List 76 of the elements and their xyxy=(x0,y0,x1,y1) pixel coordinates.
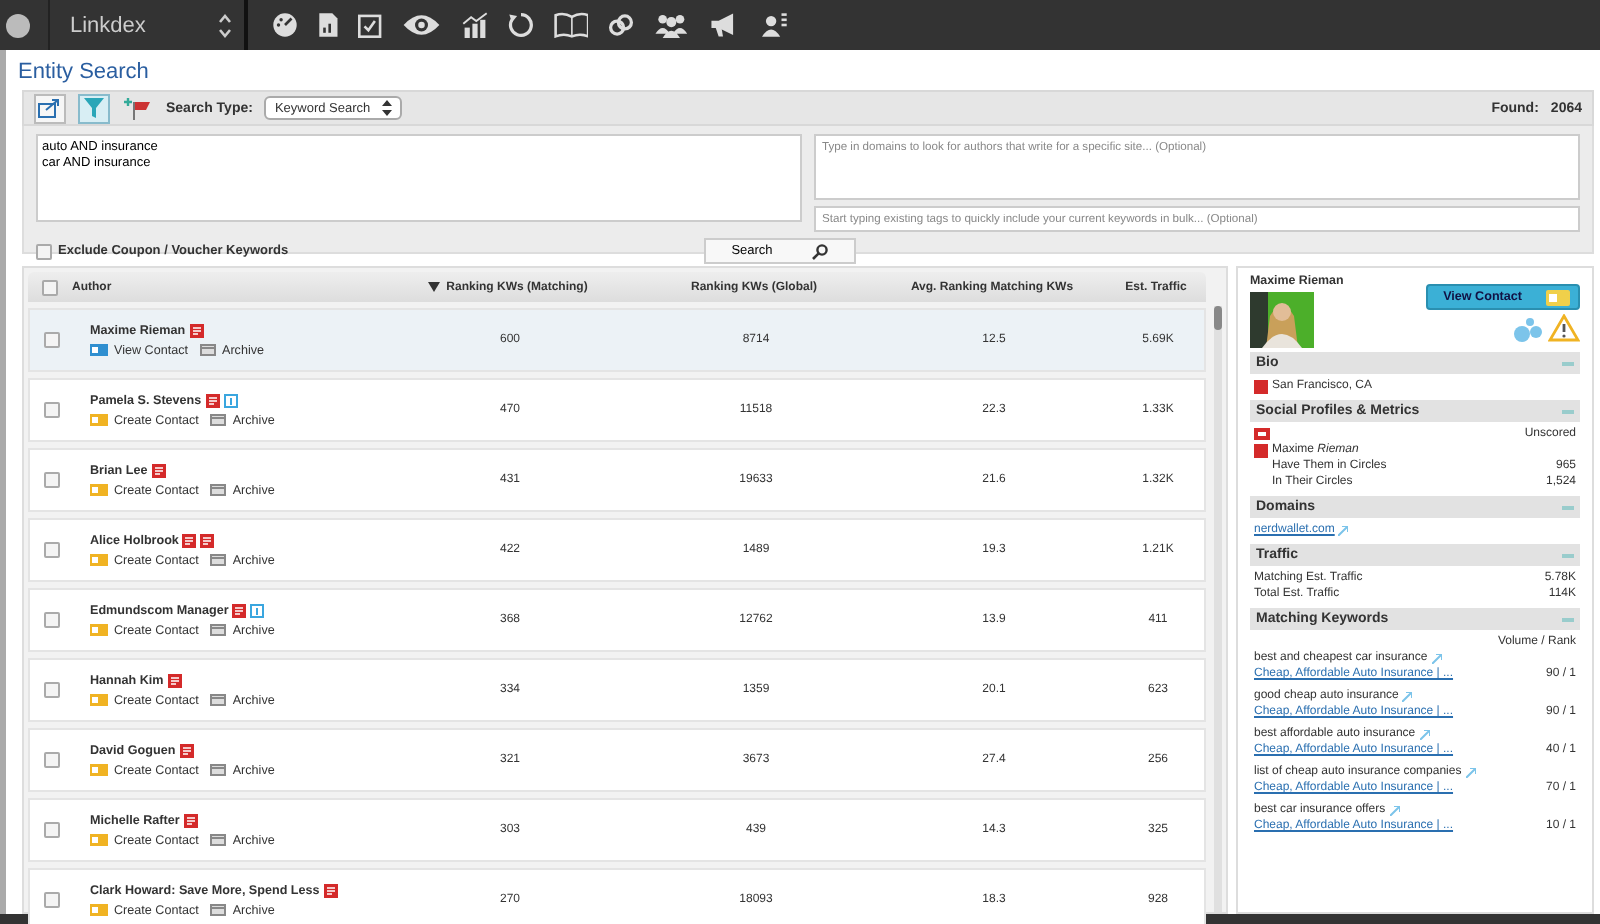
flag-plus-icon xyxy=(124,96,152,120)
news-badge-icon xyxy=(179,743,194,757)
eye-icon[interactable] xyxy=(402,12,442,38)
scrollbar-thumb[interactable] xyxy=(1214,306,1222,330)
info-badge-icon xyxy=(250,603,265,617)
info-badge-icon xyxy=(223,393,238,407)
updown-icon xyxy=(218,13,232,37)
external-link-icon xyxy=(1402,691,1413,701)
export-icon xyxy=(38,98,62,118)
checklist-icon[interactable] xyxy=(358,12,383,38)
news-badge-icon xyxy=(183,813,198,827)
contact-card-icon xyxy=(90,344,108,356)
row-checkbox[interactable] xyxy=(44,612,60,628)
archive-box-icon xyxy=(210,904,227,916)
contact-card-icon xyxy=(90,764,108,776)
contact-card-icon xyxy=(90,554,108,566)
page-title: Entity Search xyxy=(18,60,151,86)
row-checkbox[interactable] xyxy=(44,752,60,768)
archive-box-icon xyxy=(210,484,227,496)
updown-icon xyxy=(382,100,393,116)
external-link-icon xyxy=(1419,729,1430,739)
archive-box-icon xyxy=(200,344,216,356)
news-badge-icon xyxy=(232,603,247,617)
news-badge-icon xyxy=(200,533,215,547)
row-checkbox[interactable] xyxy=(44,892,60,908)
exclude-checkbox[interactable] xyxy=(36,243,52,259)
filter-button[interactable] xyxy=(78,93,110,123)
contact-card-icon xyxy=(90,904,108,916)
contact-card-icon xyxy=(90,694,108,706)
app-select[interactable]: Linkdex xyxy=(48,0,248,50)
archive-box-icon xyxy=(210,554,227,566)
search-icon xyxy=(812,243,829,259)
export-button[interactable] xyxy=(34,93,66,123)
contact-card-icon xyxy=(90,414,108,426)
profile-badge-icon xyxy=(1254,428,1270,440)
row-checkbox[interactable] xyxy=(44,402,60,418)
link-icon[interactable] xyxy=(608,12,635,38)
row-checkbox[interactable] xyxy=(44,332,60,348)
warning-icon xyxy=(1548,314,1580,342)
row-checkbox[interactable] xyxy=(44,542,60,558)
external-link-icon xyxy=(1389,805,1400,815)
news-badge-icon xyxy=(151,463,166,477)
bar-chart-icon[interactable] xyxy=(461,12,488,38)
archive-box-icon xyxy=(210,834,227,846)
add-button[interactable] xyxy=(122,93,154,123)
archive-box-icon xyxy=(210,764,227,776)
external-link-icon xyxy=(1431,653,1442,663)
document-icon[interactable] xyxy=(318,12,339,38)
select-all-checkbox[interactable] xyxy=(42,279,58,295)
contact-card-icon xyxy=(1546,289,1570,305)
news-badge-icon xyxy=(1254,443,1268,457)
archive-box-icon xyxy=(210,624,227,636)
news-badge-icon xyxy=(205,393,220,407)
archive-box-icon xyxy=(210,694,227,706)
external-link-icon xyxy=(1338,525,1349,535)
news-badge-icon xyxy=(323,883,338,897)
people-icon[interactable] xyxy=(654,12,690,38)
row-checkbox[interactable] xyxy=(44,822,60,838)
logo-icon[interactable] xyxy=(6,13,30,37)
filter-icon xyxy=(84,98,104,118)
news-badge-icon xyxy=(167,673,182,687)
archive-box-icon xyxy=(210,414,227,426)
news-badge-icon xyxy=(1254,379,1268,393)
row-checkbox[interactable] xyxy=(44,682,60,698)
person-list-icon[interactable] xyxy=(761,12,788,38)
row-checkbox[interactable] xyxy=(44,472,60,488)
news-badge-icon xyxy=(189,323,204,337)
external-link-icon xyxy=(1465,767,1476,777)
gauge-icon[interactable] xyxy=(272,12,298,38)
news-badge-icon xyxy=(182,533,197,547)
contact-card-icon xyxy=(90,624,108,636)
bubbles-icon xyxy=(1514,318,1542,342)
book-icon[interactable] xyxy=(553,12,589,38)
contact-card-icon xyxy=(90,834,108,846)
refresh-icon[interactable] xyxy=(507,12,534,38)
contact-card-icon xyxy=(90,484,108,496)
